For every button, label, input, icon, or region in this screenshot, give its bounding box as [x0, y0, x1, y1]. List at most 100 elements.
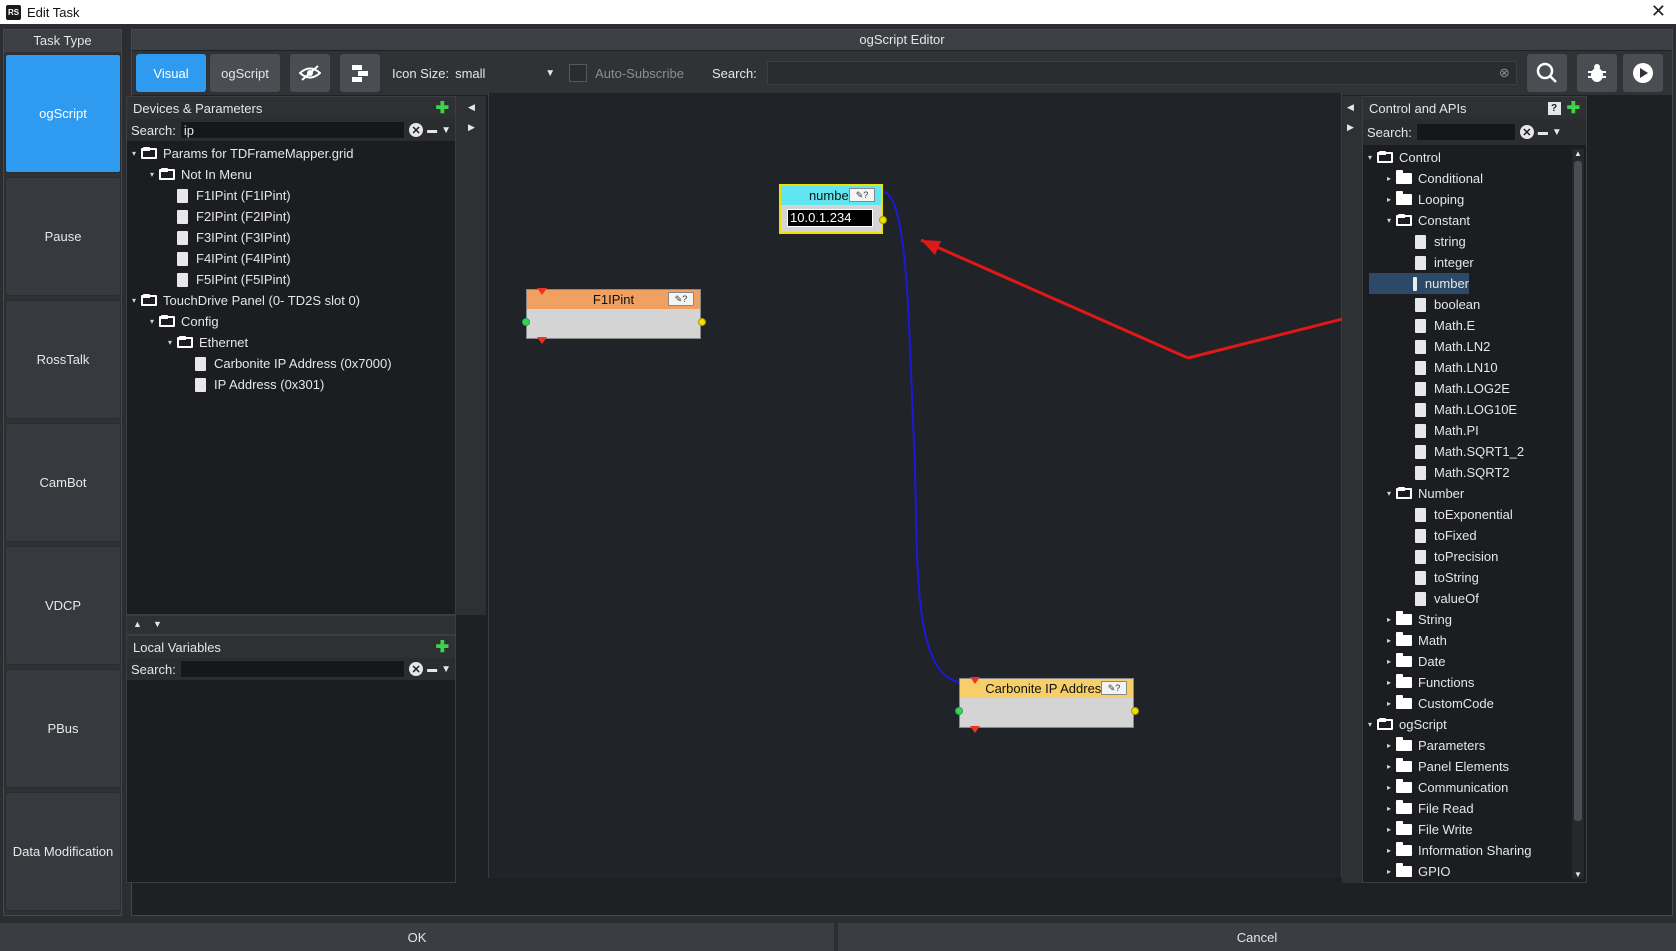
expanded-arrow-icon[interactable]: ▾: [1363, 153, 1377, 162]
tree-item[interactable]: Math.LN2: [1363, 336, 1568, 357]
tree-item[interactable]: ▾ Not In Menu: [127, 164, 455, 185]
task-type-ogscript-button[interactable]: ogScript: [5, 54, 121, 173]
tree-item[interactable]: Math.E: [1363, 315, 1568, 336]
expanded-arrow-icon[interactable]: ▾: [163, 338, 177, 347]
clear-search-icon[interactable]: ⊗: [1499, 65, 1510, 81]
expanded-arrow-icon[interactable]: ▾: [145, 317, 159, 326]
tree-item[interactable]: ▸ Conditional: [1363, 168, 1568, 189]
add-variable-icon[interactable]: ✚: [436, 637, 449, 657]
collapsed-arrow-icon[interactable]: ▸: [1382, 636, 1396, 645]
collapse-left-icon[interactable]: ◀: [1347, 102, 1354, 113]
add-control-icon[interactable]: ✚: [1567, 98, 1580, 118]
tree-item[interactable]: Math.SQRT1_2: [1363, 441, 1568, 462]
tree-item[interactable]: ▾ Number: [1363, 483, 1568, 504]
tree-item[interactable]: toExponential: [1363, 504, 1568, 525]
close-icon[interactable]: ✕: [1651, 1, 1666, 22]
tree-item[interactable]: ▸ Date: [1363, 651, 1568, 672]
layout-icon[interactable]: [340, 54, 380, 92]
tree-item[interactable]: F3IPint (F3IPint): [127, 227, 455, 248]
task-type-pbus-button[interactable]: PBus: [5, 669, 121, 788]
tree-item[interactable]: ▸ File Read: [1363, 798, 1568, 819]
debug-bug-icon[interactable]: [1576, 54, 1617, 92]
tree-item[interactable]: toFixed: [1363, 525, 1568, 546]
collapsed-arrow-icon[interactable]: ▸: [1382, 195, 1396, 204]
add-device-icon[interactable]: ✚: [436, 98, 449, 118]
cancel-button[interactable]: Cancel: [838, 923, 1676, 951]
tree-item[interactable]: Math.LOG10E: [1363, 399, 1568, 420]
tree-item[interactable]: Math.PI: [1363, 420, 1568, 441]
collapsed-arrow-icon[interactable]: ▸: [1382, 762, 1396, 771]
collapsed-arrow-icon[interactable]: ▸: [1382, 804, 1396, 813]
tree-item[interactable]: toString: [1363, 567, 1568, 588]
tree-item[interactable]: toPrecision: [1363, 546, 1568, 567]
expanded-arrow-icon[interactable]: ▾: [1382, 216, 1396, 225]
run-play-icon[interactable]: [1622, 54, 1663, 92]
collapsed-arrow-icon[interactable]: ▸: [1382, 825, 1396, 834]
tree-item[interactable]: ▾ Constant: [1363, 210, 1568, 231]
move-down-icon[interactable]: ▼: [153, 619, 162, 629]
edit-icon[interactable]: ✎?: [1101, 681, 1127, 695]
collapsed-arrow-icon[interactable]: ▸: [1382, 678, 1396, 687]
expand-all-icon[interactable]: ▬: [427, 664, 437, 675]
locals-search-input[interactable]: [179, 660, 406, 678]
output-port[interactable]: [698, 318, 706, 326]
tree-item[interactable]: F5IPint (F5IPint): [127, 269, 455, 290]
tree-item[interactable]: ▸ Looping: [1363, 189, 1568, 210]
tree-item[interactable]: Math.SQRT2: [1363, 462, 1568, 483]
clear-icon[interactable]: ✕: [1519, 125, 1534, 139]
tree-item[interactable]: ▸ String: [1363, 609, 1568, 630]
expand-right-icon[interactable]: ▶: [1347, 122, 1354, 133]
tree-item[interactable]: boolean: [1363, 294, 1568, 315]
number-value-input[interactable]: 10.0.1.234: [787, 209, 873, 227]
tree-item[interactable]: F2IPint (F2IPint): [127, 206, 455, 227]
task-type-vdcp-button[interactable]: VDCP: [5, 546, 121, 665]
collapsed-arrow-icon[interactable]: ▸: [1382, 783, 1396, 792]
scroll-thumb[interactable]: [1574, 161, 1582, 821]
tree-item[interactable]: Math.LOG2E: [1363, 378, 1568, 399]
tree-item[interactable]: ▸ Math: [1363, 630, 1568, 651]
ogscript-tab-button[interactable]: ogScript: [210, 54, 280, 92]
collapse-left-icon[interactable]: ◀: [468, 102, 475, 113]
collapsed-arrow-icon[interactable]: ▸: [1382, 174, 1396, 183]
expanded-arrow-icon[interactable]: ▾: [1363, 720, 1377, 729]
tree-item[interactable]: ▸ Information Sharing: [1363, 840, 1568, 861]
input-port[interactable]: [955, 707, 963, 715]
tree-item[interactable]: ▸ Panel Elements: [1363, 756, 1568, 777]
task-type-rosstalk-button[interactable]: RossTalk: [5, 300, 121, 419]
tree-item[interactable]: ▸ CustomCode: [1363, 693, 1568, 714]
scroll-up-icon[interactable]: ▲: [1574, 149, 1582, 158]
edit-icon[interactable]: ✎?: [849, 188, 875, 202]
tree-item[interactable]: integer: [1363, 252, 1568, 273]
move-up-icon[interactable]: ▲: [133, 619, 142, 629]
tree-item[interactable]: Carbonite IP Address (0x7000): [127, 353, 455, 374]
input-port[interactable]: [522, 318, 530, 326]
output-port[interactable]: [879, 216, 887, 224]
tree-item[interactable]: F1IPint (F1IPint): [127, 185, 455, 206]
tree-item[interactable]: ▾ Params for TDFrameMapper.grid: [127, 143, 455, 164]
ok-button[interactable]: OK: [0, 923, 834, 951]
tree-item[interactable]: ▾ Ethernet: [127, 332, 455, 353]
tree-item[interactable]: ▸ Communication: [1363, 777, 1568, 798]
expand-all-icon[interactable]: ▬: [427, 125, 437, 136]
tree-item[interactable]: ▾ Config: [127, 311, 455, 332]
icon-size-select[interactable]: small ▼: [455, 59, 555, 87]
tree-item[interactable]: ▾ TouchDrive Panel (0- TD2S slot 0): [127, 290, 455, 311]
node-carbonite-ip[interactable]: Carbonite IP Address ✎?: [955, 677, 1139, 733]
filter-icon[interactable]: ▼: [441, 125, 451, 136]
collapsed-arrow-icon[interactable]: ▸: [1382, 867, 1396, 876]
toolbar-search-input[interactable]: ⊗: [766, 61, 1517, 85]
visual-canvas[interactable]: number ✎? 10.0.1.234 F1IPint ✎? Carbonit…: [488, 93, 1343, 878]
tree-item[interactable]: ▾ ogScript: [1363, 714, 1568, 735]
edit-icon[interactable]: ✎?: [668, 292, 694, 306]
clear-icon[interactable]: ✕: [409, 662, 424, 676]
task-type-cambot-button[interactable]: CamBot: [5, 423, 121, 542]
filter-icon[interactable]: ▼: [441, 664, 451, 675]
tree-item[interactable]: ▸Messages: [1363, 882, 1568, 883]
vertical-splitter[interactable]: ▲ ▼: [126, 615, 456, 635]
expanded-arrow-icon[interactable]: ▾: [127, 296, 141, 305]
devices-search-input[interactable]: [179, 121, 406, 139]
expanded-arrow-icon[interactable]: ▾: [145, 170, 159, 179]
tree-item[interactable]: ▸ Functions: [1363, 672, 1568, 693]
collapsed-arrow-icon[interactable]: ▸: [1382, 846, 1396, 855]
node-number[interactable]: number ✎? 10.0.1.234: [779, 184, 887, 234]
